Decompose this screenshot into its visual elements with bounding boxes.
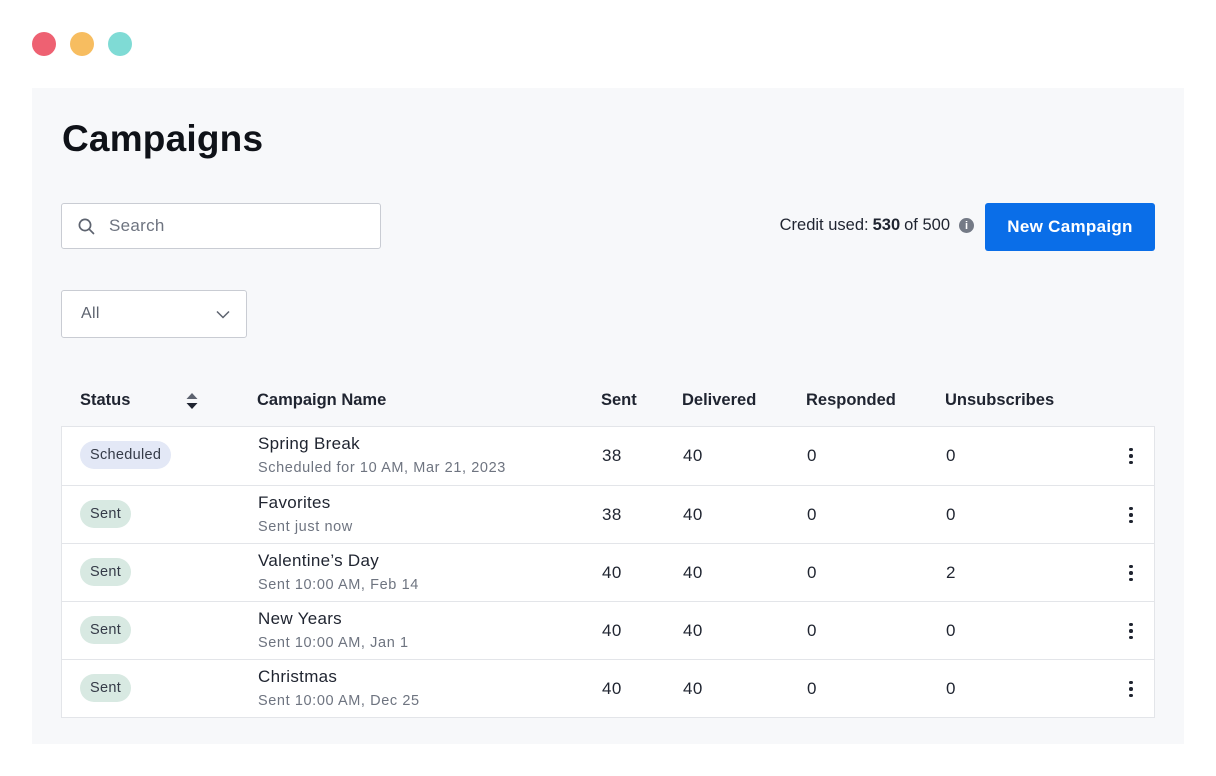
status-badge: Sent xyxy=(80,558,132,586)
sent-count: 40 xyxy=(602,679,622,698)
status-filter-value: All xyxy=(81,305,100,322)
chevron-down-icon xyxy=(216,310,230,319)
campaigns-table: Scheduled Spring Break Scheduled for 10 … xyxy=(61,426,1155,718)
unsubscribes-count: 0 xyxy=(946,621,956,640)
delivered-count: 40 xyxy=(683,563,703,582)
more-options-icon[interactable] xyxy=(1124,503,1138,527)
page-title: Campaigns xyxy=(62,118,264,159)
credit-used-value: 530 xyxy=(872,216,901,234)
search-placeholder: Search xyxy=(109,216,165,235)
credit-total: of 500 xyxy=(904,216,950,234)
campaign-schedule: Sent just now xyxy=(258,519,353,535)
sent-count: 38 xyxy=(602,446,622,465)
status-filter-select[interactable]: All xyxy=(61,290,247,338)
column-header-unsubscribes[interactable]: Unsubscribes xyxy=(945,391,1054,410)
column-header-campaign-name[interactable]: Campaign Name xyxy=(257,391,386,410)
status-badge: Sent xyxy=(80,616,132,644)
sent-count: 40 xyxy=(602,563,622,582)
campaign-name[interactable]: Spring Break xyxy=(258,434,360,454)
zoom-window-button[interactable] xyxy=(108,32,132,56)
unsubscribes-count: 0 xyxy=(946,446,956,465)
table-row[interactable]: Sent Christmas Sent 10:00 AM, Dec 25 40 … xyxy=(62,659,1154,717)
delivered-count: 40 xyxy=(683,621,703,640)
column-header-status[interactable]: Status xyxy=(80,391,130,410)
campaign-name[interactable]: Valentine’s Day xyxy=(258,551,379,571)
search-icon xyxy=(78,218,95,234)
delivered-count: 40 xyxy=(683,505,703,524)
campaign-schedule: Sent 10:00 AM, Dec 25 xyxy=(258,693,420,709)
campaign-name[interactable]: Favorites xyxy=(258,493,331,513)
new-campaign-button[interactable]: New Campaign xyxy=(985,203,1155,251)
search-input[interactable]: Search xyxy=(61,203,381,249)
column-header-delivered[interactable]: Delivered xyxy=(682,391,756,410)
responded-count: 0 xyxy=(807,505,817,524)
campaign-schedule: Sent 10:00 AM, Feb 14 xyxy=(258,577,419,593)
more-options-icon[interactable] xyxy=(1124,561,1138,585)
sent-count: 38 xyxy=(602,505,622,524)
credit-label: Credit used: xyxy=(779,216,869,234)
more-options-icon[interactable] xyxy=(1124,677,1138,701)
table-row[interactable]: Sent Favorites Sent just now 38 40 0 0 xyxy=(62,485,1154,543)
campaign-schedule: Scheduled for 10 AM, Mar 21, 2023 xyxy=(258,460,506,476)
responded-count: 0 xyxy=(807,679,817,698)
delivered-count: 40 xyxy=(683,446,703,465)
campaign-name[interactable]: New Years xyxy=(258,609,342,629)
delivered-count: 40 xyxy=(683,679,703,698)
credit-usage: Credit used: 530 of 500 i xyxy=(780,216,974,235)
window-controls xyxy=(32,32,132,56)
unsubscribes-count: 0 xyxy=(946,505,956,524)
responded-count: 0 xyxy=(807,446,817,465)
campaign-schedule: Sent 10:00 AM, Jan 1 xyxy=(258,635,409,651)
status-badge: Scheduled xyxy=(80,441,172,469)
more-options-icon[interactable] xyxy=(1124,619,1138,643)
table-row[interactable]: Scheduled Spring Break Scheduled for 10 … xyxy=(62,427,1154,485)
table-row[interactable]: Sent New Years Sent 10:00 AM, Jan 1 40 4… xyxy=(62,601,1154,659)
minimize-window-button[interactable] xyxy=(70,32,94,56)
close-window-button[interactable] xyxy=(32,32,56,56)
column-header-responded[interactable]: Responded xyxy=(806,391,896,410)
status-badge: Sent xyxy=(80,500,132,528)
responded-count: 0 xyxy=(807,563,817,582)
campaigns-panel: Campaigns Search Credit used: 530 of 500… xyxy=(32,88,1184,744)
info-icon[interactable]: i xyxy=(959,218,974,233)
sort-icon[interactable] xyxy=(186,391,198,411)
table-row[interactable]: Sent Valentine’s Day Sent 10:00 AM, Feb … xyxy=(62,543,1154,601)
unsubscribes-count: 2 xyxy=(946,563,956,582)
more-options-icon[interactable] xyxy=(1124,444,1138,468)
sent-count: 40 xyxy=(602,621,622,640)
status-badge: Sent xyxy=(80,674,132,702)
responded-count: 0 xyxy=(807,621,817,640)
unsubscribes-count: 0 xyxy=(946,679,956,698)
table-header: Status Campaign Name Sent Delivered Resp… xyxy=(61,388,1155,416)
campaign-name[interactable]: Christmas xyxy=(258,667,337,687)
column-header-sent[interactable]: Sent xyxy=(601,391,637,410)
